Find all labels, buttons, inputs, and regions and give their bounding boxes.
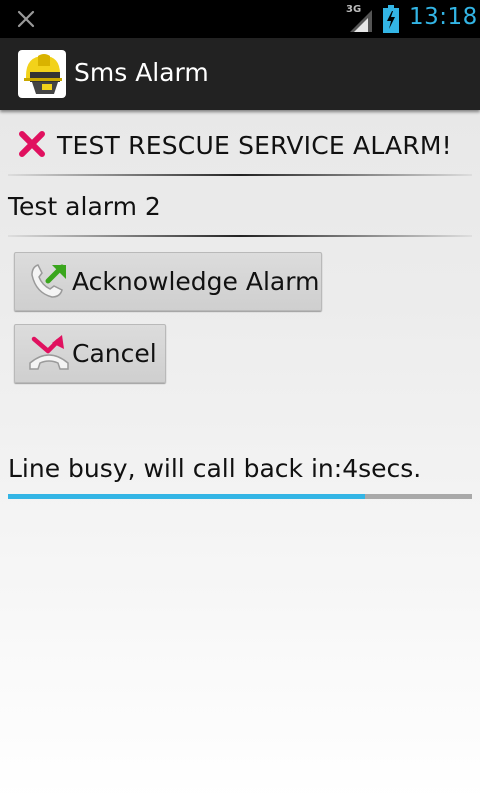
- phone-hangup-icon: [29, 335, 69, 370]
- status-clock: 13:18: [409, 4, 478, 30]
- status-bar: 3G 13:18: [0, 0, 480, 38]
- divider: [8, 235, 472, 237]
- alarm-title: TEST RESCUE SERVICE ALARM!: [57, 131, 452, 160]
- signal-strength-icon: [350, 10, 372, 32]
- callback-status: Line busy, will call back in:4secs.: [8, 454, 421, 483]
- cancel-button[interactable]: Cancel: [14, 324, 166, 383]
- acknowledge-alarm-label: Acknowledge Alarm: [72, 267, 320, 296]
- app-icon[interactable]: [18, 50, 66, 98]
- cancel-label: Cancel: [72, 339, 157, 368]
- callback-countdown: 4secs.: [342, 454, 422, 483]
- red-x-icon: [19, 131, 45, 157]
- action-bar: Sms Alarm: [0, 38, 480, 110]
- alarm-message: Test alarm 2: [8, 192, 161, 221]
- firefighter-helmet-icon: [24, 54, 62, 94]
- divider: [8, 174, 472, 176]
- app-title: Sms Alarm: [74, 58, 209, 87]
- callback-progress-bar: [8, 494, 472, 499]
- alarm-header: TEST RESCUE SERVICE ALARM!: [0, 118, 480, 174]
- callback-progress-fill: [8, 494, 366, 499]
- close-icon: [17, 10, 35, 28]
- callback-status-text: Line busy, will call back in:: [8, 454, 343, 483]
- acknowledge-alarm-button[interactable]: Acknowledge Alarm: [14, 252, 322, 311]
- battery-charging-icon: [383, 5, 399, 33]
- phone-answer-icon: [31, 264, 66, 298]
